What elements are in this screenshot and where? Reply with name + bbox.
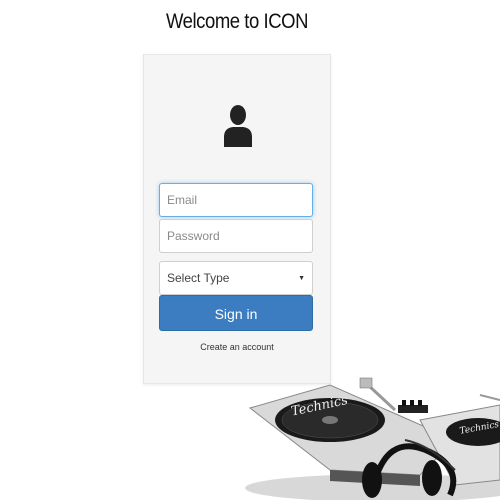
chevron-down-icon: ▼ — [298, 274, 305, 282]
password-field[interactable] — [159, 219, 313, 253]
create-account-link[interactable]: Create an account — [144, 342, 330, 352]
user-avatar-icon — [224, 105, 252, 147]
page-title: Welcome to ICON — [166, 10, 308, 33]
sign-in-button[interactable]: Sign in — [159, 295, 313, 331]
turntable-brand-text-2: Technics — [459, 420, 500, 437]
email-field[interactable] — [159, 183, 313, 217]
turntable-brand-text: Technics — [290, 393, 350, 420]
type-select[interactable]: Select Type ▼ — [159, 261, 313, 295]
type-select-value: Select Type — [167, 271, 230, 285]
login-card: Select Type ▼ Sign in Create an account — [143, 54, 331, 384]
